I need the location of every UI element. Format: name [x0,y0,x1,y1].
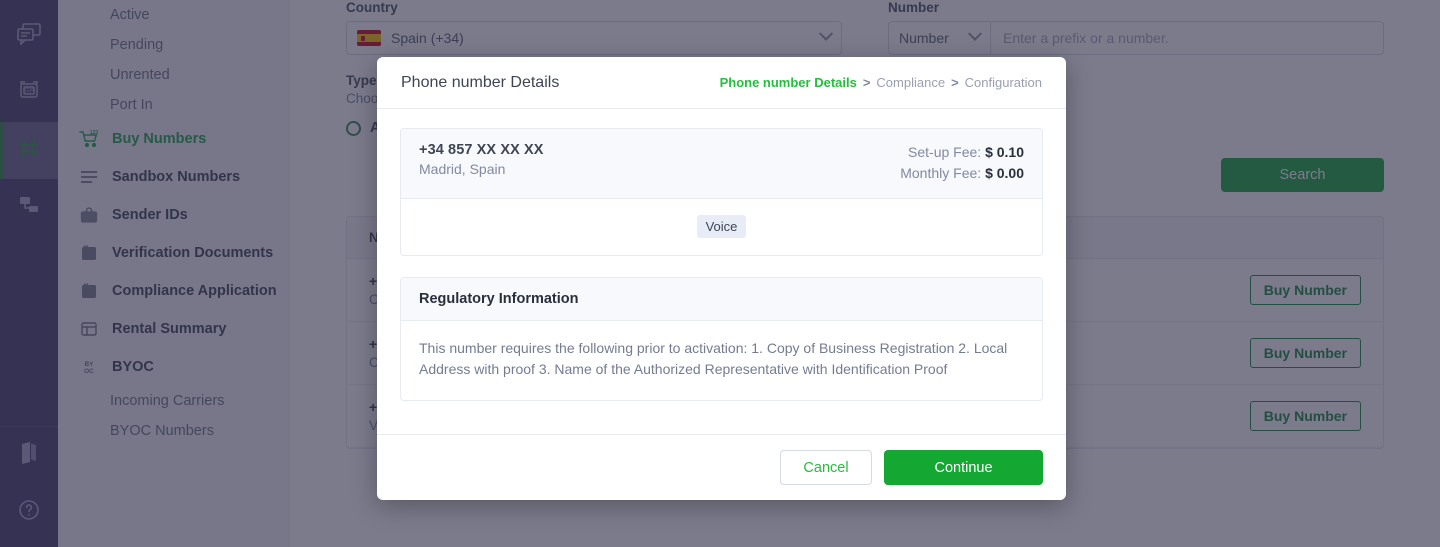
phone-number-location: Madrid, Spain [419,161,544,177]
app-root: SIP [0,0,1440,547]
modal-body: +34 857 XX XX XX Madrid, Spain Set-up Fe… [377,109,1066,401]
setup-fee-row: Set-up Fee: $ 0.10 [900,142,1024,163]
number-summary-left: +34 857 XX XX XX Madrid, Spain [419,142,544,184]
breadcrumb-step-configuration[interactable]: Configuration [965,75,1042,90]
number-summary-card: +34 857 XX XX XX Madrid, Spain Set-up Fe… [400,128,1043,256]
continue-button[interactable]: Continue [884,450,1043,485]
setup-fee-value: $ 0.10 [985,144,1024,160]
regulatory-information-text: This number requires the following prior… [401,321,1042,400]
breadcrumb-step-compliance[interactable]: Compliance [876,75,945,90]
breadcrumb-separator: > [863,75,871,90]
breadcrumb: Phone number Details > Compliance > Conf… [720,75,1042,90]
regulatory-information-card: Regulatory Information This number requi… [400,277,1043,401]
modal-title: Phone number Details [401,74,559,92]
breadcrumb-step-details[interactable]: Phone number Details [720,75,857,90]
capability-badge-voice: Voice [697,215,747,238]
modal-header: Phone number Details Phone number Detail… [377,57,1066,109]
modal-footer: Cancel Continue [377,434,1066,500]
regulatory-information-heading: Regulatory Information [401,278,1042,321]
monthly-fee-row: Monthly Fee: $ 0.00 [900,163,1024,184]
phone-number-details-modal: Phone number Details Phone number Detail… [377,57,1066,500]
capabilities-row: Voice [401,199,1042,255]
setup-fee-label: Set-up Fee: [908,144,981,160]
phone-number-value: +34 857 XX XX XX [419,142,544,158]
monthly-fee-value: $ 0.00 [985,165,1024,181]
monthly-fee-label: Monthly Fee: [900,165,981,181]
number-summary-header: +34 857 XX XX XX Madrid, Spain Set-up Fe… [401,129,1042,199]
breadcrumb-separator: > [951,75,959,90]
fees-block: Set-up Fee: $ 0.10 Monthly Fee: $ 0.00 [900,142,1024,184]
cancel-button[interactable]: Cancel [780,450,872,485]
